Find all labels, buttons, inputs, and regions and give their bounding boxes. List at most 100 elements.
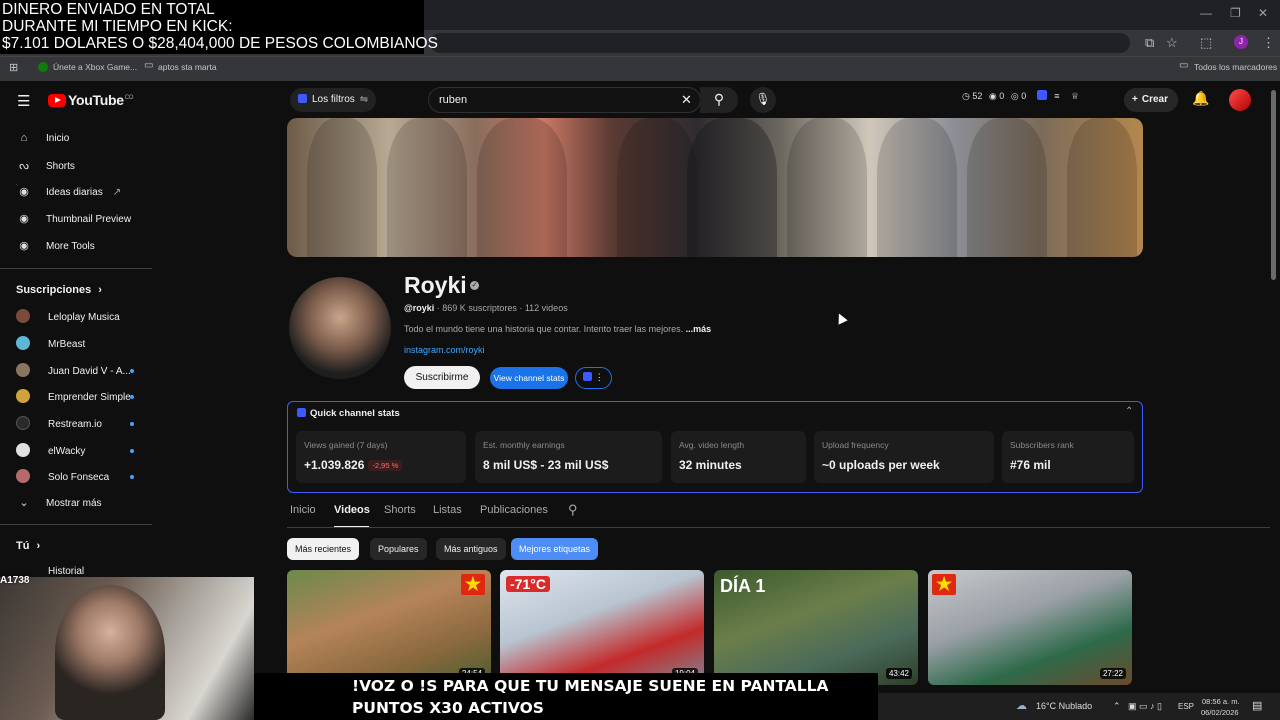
stat-card-views: Views gained (7 days) +1.039.826 -2,95 % (296, 431, 466, 483)
folder-icon: ▭ (144, 60, 154, 71)
tab-inicio[interactable]: Inicio (290, 504, 316, 516)
notifications-bell-icon[interactable]: 🔔 (1192, 90, 1209, 107)
account-avatar[interactable] (1229, 89, 1251, 111)
clock-time[interactable]: 08:56 a. m. (1202, 697, 1240, 706)
video-thumbnail[interactable]: ★ 27:22 (928, 570, 1132, 685)
channel-name: Royki (404, 272, 467, 298)
weather-text[interactable]: 16°C Nublado (1036, 701, 1092, 711)
clock-date[interactable]: 06/02/2026 (1201, 708, 1239, 717)
create-button[interactable]: + Crear (1124, 88, 1178, 112)
tab-listas[interactable]: Listas (433, 504, 462, 516)
chevron-right-icon: › (98, 284, 102, 296)
channel-avatar (16, 389, 30, 403)
collapse-chevron-icon[interactable]: ⌃ (1125, 406, 1133, 417)
extension-menu-button[interactable]: ⋮ (575, 367, 612, 389)
youtube-play-icon (48, 94, 66, 107)
show-more-button[interactable]: ⌄ Mostrar más (16, 496, 101, 518)
youtube-logo[interactable]: YouTubeCO (48, 92, 133, 108)
restore-icon[interactable]: ❐ (1230, 6, 1241, 20)
extensions-icon[interactable]: ⬚ (1200, 35, 1212, 51)
bookmark-star-icon[interactable]: ☆ (1166, 35, 1178, 51)
clear-search-icon[interactable]: ✕ (681, 92, 692, 108)
tools-icon: ◉ (19, 240, 29, 252)
search-button[interactable]: ⚲ (700, 87, 738, 113)
sidebar-item-shorts[interactable]: ᔓ Shorts (16, 159, 75, 181)
chip-best-tags[interactable]: Mejores etiquetas (511, 538, 599, 560)
channel-avatar (16, 469, 30, 483)
sliders-icon: ⇋ (359, 94, 369, 105)
language-indicator[interactable]: ESP (1178, 702, 1194, 711)
filters-button[interactable]: Los filtros ⇋ (290, 88, 376, 112)
channel-search-icon[interactable]: ⚲ (568, 502, 578, 518)
bookmark-xbox[interactable]: Únete a Xbox Game... (53, 62, 137, 72)
extension-logo-icon (1036, 90, 1047, 100)
channel-avatar (16, 443, 30, 457)
clock-icon: ◷ (962, 91, 970, 101)
sub-item[interactable]: elWacky (16, 443, 85, 465)
tray-chevron-icon[interactable]: ⌃ (1113, 701, 1121, 712)
video-thumbnail[interactable]: DÍA 1 43:42 (714, 570, 918, 685)
channel-avatar (16, 309, 30, 323)
voice-search-button[interactable]: 🎙 (750, 87, 776, 113)
view-channel-stats-button[interactable]: View channel stats (490, 367, 568, 389)
apps-grid-icon[interactable]: ⊞ (9, 61, 18, 74)
you-heading[interactable]: Tú › (16, 540, 40, 552)
eye-icon: ◉ (988, 91, 997, 101)
menu-dots-icon[interactable]: ⋮ (1262, 35, 1275, 51)
video-thumbnail[interactable]: -71°C 19:04 (500, 570, 704, 685)
tab-videos[interactable]: Videos (334, 504, 370, 516)
profile-avatar[interactable]: J (1234, 35, 1248, 49)
sidebar-item-ideas[interactable]: ◉ Ideas diarias ↗ (16, 185, 121, 207)
delta-badge: -2,95 % (368, 460, 403, 471)
chip-popular[interactable]: Populares (370, 538, 427, 560)
tab-publicaciones[interactable]: Publicaciones (480, 504, 548, 516)
sub-item[interactable]: Emprender Simple (16, 389, 131, 411)
url-field[interactable] (430, 33, 1130, 53)
sub-item[interactable]: Juan David V - A... (16, 363, 131, 385)
subscribe-button[interactable]: Suscribirme (404, 366, 480, 389)
subscriptions-heading[interactable]: Suscripciones › (16, 284, 102, 296)
channel-link[interactable]: instagram.com/royki (404, 345, 485, 355)
stream-ticker: !VOZ O !S PARA QUE TU MENSAJE SUENE EN P… (254, 673, 878, 720)
sub-item[interactable]: Solo Fonseca (16, 469, 109, 491)
hamburger-menu-icon[interactable]: ☰ (17, 92, 30, 110)
channel-avatar (16, 363, 30, 377)
tray-icons[interactable]: ▣ ▭ ♪ ▯ (1128, 701, 1162, 712)
chip-recent[interactable]: Más recientes (287, 538, 360, 560)
thumbnail-icon: ◉ (19, 213, 29, 225)
sidebar-item-inicio[interactable]: ⌂ Inicio (16, 132, 70, 154)
banner-portrait (967, 118, 1047, 257)
channel-description[interactable]: Todo el mundo tiene una historia que con… (404, 324, 711, 334)
xbox-icon (38, 62, 48, 72)
eye-icon: ◎ (1010, 91, 1019, 101)
sidebar-divider (0, 268, 152, 269)
sidebar-item-more-tools[interactable]: ◉ More Tools (16, 239, 95, 261)
all-bookmarks[interactable]: Todos los marcadores (1194, 62, 1277, 72)
cloud-icon: ☁ (1016, 700, 1027, 712)
sidebar-item-thumbnail-preview[interactable]: ◉ Thumbnail Preview (16, 212, 131, 234)
sub-item[interactable]: Restream.io (16, 416, 102, 438)
tab-shorts[interactable]: Shorts (384, 504, 416, 516)
more-vert-icon: ⋮ (594, 372, 604, 382)
sub-item[interactable]: MrBeast (16, 336, 85, 358)
extension-stats[interactable]: ◷ 52 ◉ 0 ◎ 0 ≡ ♕ (962, 90, 1104, 110)
channel-meta: @royki · 869 K suscriptores · 112 videos (404, 303, 568, 313)
notification-center-icon[interactable]: ▤ (1252, 699, 1262, 712)
video-thumbnail[interactable]: ★ 24:54 (287, 570, 491, 685)
thumbnail-overlay-text: DÍA 1 (720, 576, 766, 596)
mouse-cursor (834, 311, 848, 325)
banner-portrait (387, 118, 467, 257)
cast-icon[interactable]: ⧉ (1145, 35, 1154, 51)
bookmark-aptos[interactable]: aptos sta marta (158, 62, 217, 72)
chevron-right-icon: › (36, 540, 41, 552)
banner-portrait (617, 118, 697, 257)
close-window-icon[interactable]: ✕ (1258, 6, 1268, 20)
channel-avatar[interactable] (289, 277, 391, 379)
page-scrollbar[interactable] (1271, 90, 1276, 280)
sub-item[interactable]: Leloplay Musica (16, 309, 120, 331)
channel-avatar (16, 416, 30, 430)
minimize-icon[interactable]: — (1200, 6, 1212, 20)
banner-portrait (787, 118, 867, 257)
chip-oldest[interactable]: Más antiguos (436, 538, 506, 560)
search-input[interactable]: ruben (428, 87, 701, 113)
